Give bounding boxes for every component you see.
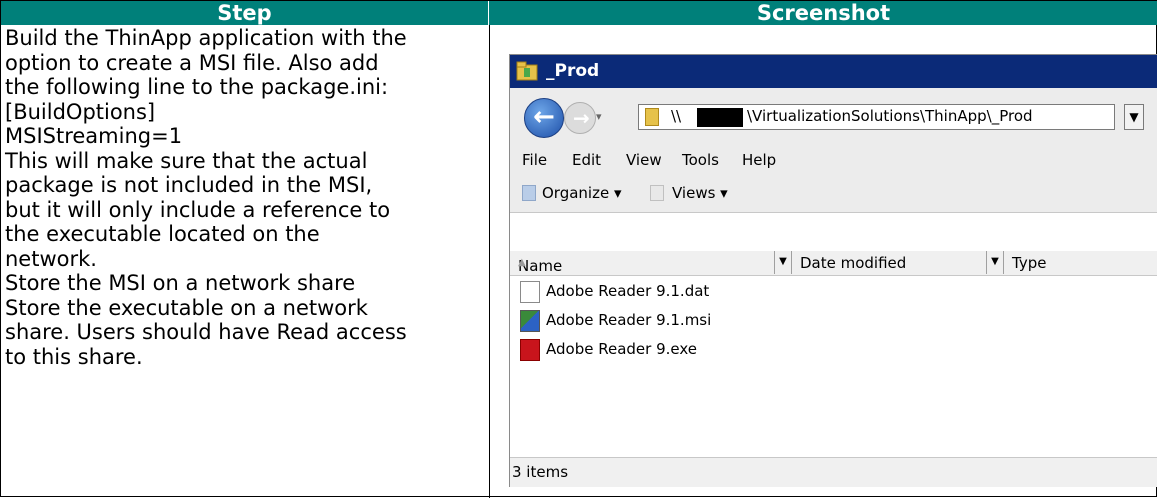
file-name: Adobe Reader 9.1.dat [546, 282, 710, 300]
back-button[interactable]: ← [524, 98, 564, 138]
file-name: Adobe Reader 9.1.msi [546, 311, 712, 329]
views-icon [650, 185, 664, 201]
menu-edit[interactable]: Edit [572, 151, 601, 169]
organize-button[interactable]: Organize ▾ [542, 184, 622, 202]
status-bar: 3 items [510, 457, 1157, 487]
menu-file[interactable]: File [522, 151, 547, 169]
step-line: option to create a MSI file. Also add [5, 50, 379, 75]
explorer-window-screenshot: _Prod ← → ▾ \\ \VirtualizationSolutions\… [509, 54, 1157, 487]
menu-help[interactable]: Help [742, 151, 776, 169]
window-title: _Prod [546, 61, 600, 81]
column-date-modified[interactable]: Date modified [800, 254, 906, 272]
step-line: package is not included in the MSI, [5, 173, 373, 197]
step-line: the executable located on the [5, 222, 320, 246]
navigation-bar: ← → ▾ \\ \VirtualizationSolutions\ThinAp… [510, 88, 1157, 146]
step-line: network. [5, 246, 97, 271]
step-line: but it will only include a reference to [5, 197, 391, 222]
step-line: This will make sure that the actual [5, 148, 368, 173]
column-headers: Name ▲ ▼ Date modified ▼ Type [510, 251, 1157, 276]
msi-file-icon [520, 310, 540, 332]
menu-tools[interactable]: Tools [682, 151, 719, 169]
item-count: 3 items [512, 463, 569, 481]
recent-pages-dropdown-icon[interactable]: ▾ [596, 110, 606, 123]
address-bar[interactable]: \\ \VirtualizationSolutions\ThinApp\_Pro… [638, 104, 1115, 130]
organize-icon [522, 185, 536, 201]
address-dropdown-button[interactable]: ▼ [1124, 104, 1144, 130]
step-line: Store the executable on a network [5, 295, 368, 320]
pdf-exe-icon [520, 339, 540, 361]
column-type[interactable]: Type [1012, 254, 1046, 272]
forward-button[interactable]: → [564, 102, 596, 134]
column-divider [489, 25, 490, 498]
back-arrow-icon: ← [533, 102, 555, 132]
address-path: \VirtualizationSolutions\ThinApp\_Prod [747, 107, 1033, 125]
step-line: Store the MSI on a network share [5, 271, 356, 295]
step-line: to this share. [5, 344, 143, 369]
menu-bar: File Edit View Tools Help [510, 146, 1157, 174]
step-description: Build the ThinApp application with the o… [5, 26, 485, 369]
step-column-header: Step [1, 1, 489, 25]
menu-view[interactable]: View [626, 151, 662, 169]
explorer-title-bar: _Prod [510, 55, 1157, 88]
step-line: [BuildOptions] [5, 99, 156, 124]
step-line: Build the ThinApp application with the [5, 26, 407, 50]
step-line: MSIStreaming=1 [5, 124, 183, 148]
file-name: Adobe Reader 9.exe [546, 340, 697, 358]
sort-ascending-icon: ▲ [518, 257, 526, 268]
column-filter-dropdown-icon[interactable]: ▼ [986, 251, 1004, 274]
views-button[interactable]: Views ▾ [672, 184, 728, 202]
address-prefix: \\ [671, 107, 682, 125]
step-line: share. Users should have Read access [5, 320, 407, 344]
forward-arrow-icon: → [573, 106, 590, 130]
column-filter-dropdown-icon[interactable]: ▼ [774, 251, 792, 274]
folder-icon [516, 61, 538, 81]
dat-file-icon [520, 281, 540, 303]
redacted-server-name [697, 108, 743, 127]
command-toolbar: Organize ▾ Views ▾ [510, 174, 1157, 213]
folder-icon [645, 108, 659, 126]
step-line: the following line to the package.ini: [5, 75, 389, 99]
screenshot-column-header: Screenshot [489, 1, 1157, 25]
step-screenshot-table: Step Screenshot Build the ThinApp applic… [0, 0, 1157, 498]
